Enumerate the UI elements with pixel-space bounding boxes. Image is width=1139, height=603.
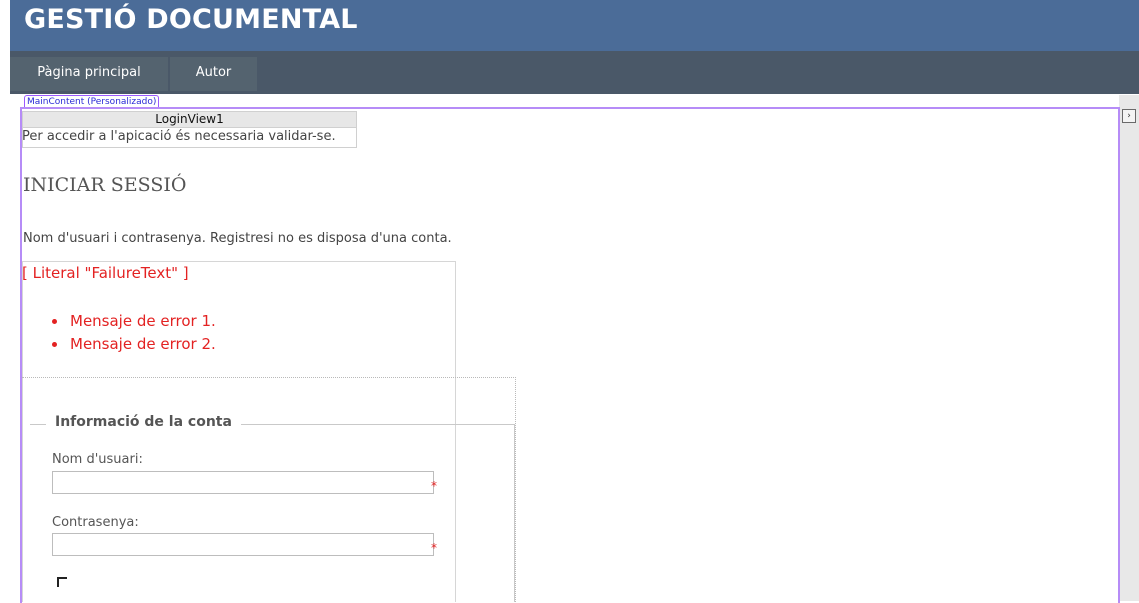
username-input[interactable] xyxy=(52,471,434,494)
nav-item-autor[interactable]: Autor xyxy=(170,57,257,91)
error-message: Mensaje de error 2. xyxy=(48,333,216,356)
username-label: Nom d'usuari: xyxy=(52,452,143,467)
chevron-right-icon[interactable]: › xyxy=(1122,109,1136,123)
failure-text-literal: [ Literal "FailureText" ] xyxy=(22,264,189,282)
password-label: Contrasenya: xyxy=(52,515,139,530)
app-title: GESTIÓ DOCUMENTAL xyxy=(24,4,358,35)
designer-right-strip xyxy=(1119,95,1139,601)
username-required-marker: * xyxy=(431,479,437,493)
site-header: GESTIÓ DOCUMENTAL xyxy=(0,0,1139,51)
fieldset-legend: Informació de la conta xyxy=(46,414,241,430)
account-fieldset xyxy=(30,424,515,602)
nav-item-home[interactable]: Pàgina principal xyxy=(10,57,168,91)
main-navigation: Pàgina principal Autor xyxy=(10,51,1139,94)
page-title: INICIAR SESSIÓ xyxy=(23,174,187,196)
header-left-gap xyxy=(0,0,10,51)
password-required-marker: * xyxy=(431,541,437,555)
error-message: Mensaje de error 1. xyxy=(48,310,216,333)
password-input[interactable] xyxy=(52,533,434,556)
remember-me-checkbox[interactable] xyxy=(57,577,67,587)
login-view-text: Per accedir a l'apicació és necessaria v… xyxy=(22,129,336,144)
validation-summary: Mensaje de error 1. Mensaje de error 2. xyxy=(48,310,216,356)
login-instructions: Nom d'usuari i contrasenya. Registresi n… xyxy=(23,231,452,246)
